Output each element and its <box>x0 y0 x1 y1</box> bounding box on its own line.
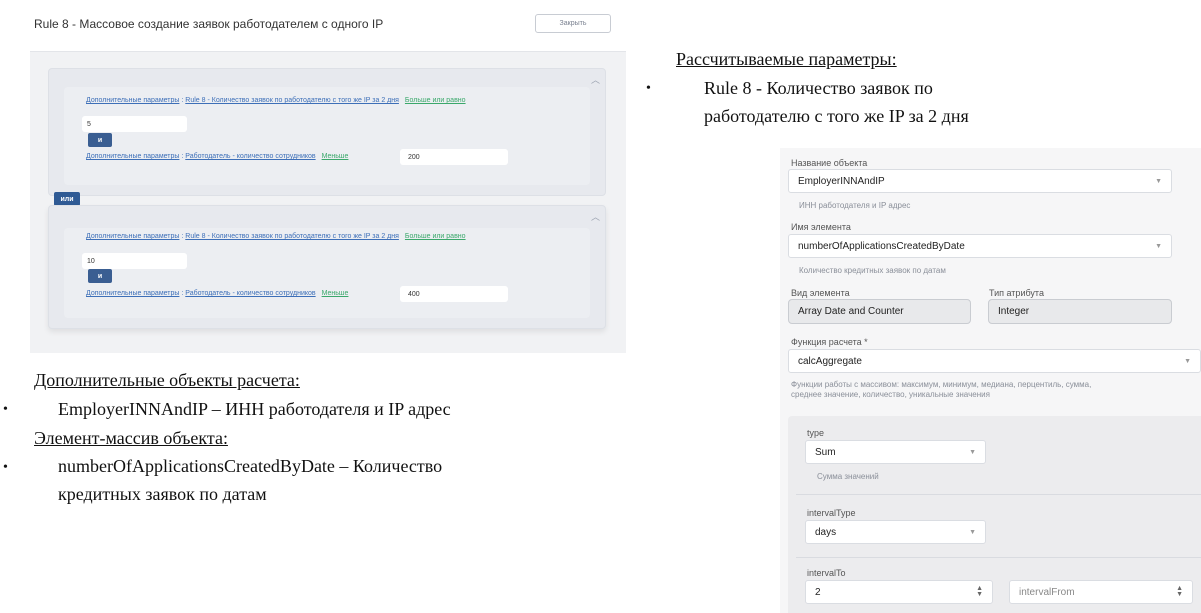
chevron-up-icon[interactable]: ︿ <box>591 73 600 86</box>
param-category-link[interactable]: Дополнительные параметры <box>86 97 179 104</box>
element-kind-field: Array Date and Counter <box>788 299 971 324</box>
calc-params-item-line2: работодателю с того же IP за 2 дня <box>704 106 969 126</box>
stepper-arrows-icon[interactable]: ▲ ▼ <box>976 585 983 598</box>
interval-from-placeholder: intervalFrom <box>1019 586 1075 598</box>
type-hint: Сумма значений <box>817 472 879 481</box>
calc-function-label: Функция расчета * <box>791 337 868 347</box>
interval-type-select[interactable]: days ▼ <box>805 520 986 544</box>
condition-row: Дополнительные параметры : Работодатель … <box>86 153 348 160</box>
type-value: Sum <box>815 446 836 458</box>
condition-block: Дополнительные параметры : Rule 8 - Коли… <box>64 228 590 318</box>
param-category-link[interactable]: Дополнительные параметры <box>86 290 179 297</box>
operator-link[interactable]: Меньше <box>322 290 349 297</box>
object-name-value: EmployerINNAndIP <box>798 175 885 187</box>
chevron-down-icon: ▼ <box>969 529 976 536</box>
type-label: type <box>807 428 825 438</box>
condition-row: Дополнительные параметры : Rule 8 - Коли… <box>86 233 466 240</box>
condition-row: Дополнительные параметры : Работодатель … <box>86 290 348 297</box>
attr-type-label: Тип атрибута <box>989 288 1044 298</box>
param-name-link[interactable]: Работодатель - количество сотрудников <box>185 153 315 160</box>
bullet-icon: • <box>3 460 8 475</box>
operator-link[interactable]: Больше или равно <box>405 97 466 104</box>
param-name-link[interactable]: Работодатель - количество сотрудников <box>185 290 315 297</box>
rule-header: Rule 8 - Массовое создание заявок работо… <box>30 5 626 52</box>
calc-params-heading: Рассчитываемые параметры: <box>676 49 897 69</box>
element-name-hint: Количество кредитных заявок по датам <box>799 266 946 275</box>
bullet-icon: • <box>646 81 651 96</box>
chevron-down-icon: ▼ <box>1155 243 1162 250</box>
array-element-item-line2: кредитных заявок по датам <box>58 484 267 504</box>
value-input[interactable]: 200 <box>400 149 508 165</box>
value-input[interactable]: 10 <box>82 253 187 269</box>
value-input[interactable]: 400 <box>400 286 508 302</box>
condition-group-2: ︿ Дополнительные параметры : Rule 8 - Ко… <box>48 205 606 329</box>
condition-group-1: ︿ Дополнительные параметры : Rule 8 - Ко… <box>48 68 606 196</box>
function-params-block: type Sum ▼ Сумма значений intervalType d… <box>788 416 1201 613</box>
rule-title: Rule 8 - Массовое создание заявок работо… <box>34 17 384 31</box>
param-name-link[interactable]: Rule 8 - Количество заявок по работодате… <box>185 97 399 104</box>
param-category-link[interactable]: Дополнительные параметры <box>86 153 179 160</box>
object-name-select[interactable]: EmployerINNAndIP ▼ <box>788 169 1172 193</box>
calc-function-hint-line2: среднее значение, количество, уникальные… <box>791 390 990 399</box>
interval-type-value: days <box>815 526 837 538</box>
element-name-select[interactable]: numberOfApplicationsCreatedByDate ▼ <box>788 234 1172 258</box>
object-name-hint: ИНН работодателя и IP адрес <box>799 201 911 210</box>
or-badge[interactable]: или <box>54 192 80 206</box>
interval-to-stepper[interactable]: 2 ▲ ▼ <box>805 580 993 604</box>
stepper-arrows-icon[interactable]: ▲ ▼ <box>1176 585 1183 598</box>
calc-function-hint-line1: Функции работы с массивом: максимум, мин… <box>791 380 1092 389</box>
element-name-value: numberOfApplicationsCreatedByDate <box>798 240 965 252</box>
additional-objects-item: EmployerINNAndIP – ИНН работодателя и IP… <box>58 399 451 419</box>
operator-link[interactable]: Меньше <box>322 153 349 160</box>
array-element-item-line1: numberOfApplicationsCreatedByDate – Коли… <box>58 456 443 476</box>
rule-builder-panel: Rule 8 - Массовое создание заявок работо… <box>30 5 626 353</box>
calc-params-item-line1: Rule 8 - Количество заявок по <box>704 78 933 98</box>
interval-from-stepper[interactable]: intervalFrom ▲ ▼ <box>1009 580 1193 604</box>
interval-type-label: intervalType <box>807 508 856 518</box>
close-button[interactable]: Закрыть <box>535 14 611 33</box>
attr-type-field: Integer <box>988 299 1172 324</box>
condition-row: Дополнительные параметры : Rule 8 - Коли… <box>86 97 466 104</box>
param-category-link[interactable]: Дополнительные параметры <box>86 233 179 240</box>
bullet-icon: • <box>3 402 8 417</box>
and-badge[interactable]: и <box>88 133 112 147</box>
chevron-down-icon: ▼ <box>1155 178 1162 185</box>
chevron-down-icon: ▼ <box>1184 358 1191 365</box>
divider <box>796 557 1201 558</box>
object-form-panel: Название объекта EmployerINNAndIP ▼ ИНН … <box>780 148 1201 613</box>
divider <box>796 494 1201 495</box>
calc-function-value: calcAggregate <box>798 355 862 367</box>
interval-to-value: 2 <box>815 586 821 598</box>
calc-function-select[interactable]: calcAggregate ▼ <box>788 349 1201 373</box>
object-name-label: Название объекта <box>791 158 868 168</box>
element-name-label: Имя элемента <box>791 222 851 232</box>
interval-to-label: intervalTo <box>807 568 846 578</box>
chevron-down-icon: ▼ <box>969 449 976 456</box>
type-select[interactable]: Sum ▼ <box>805 440 986 464</box>
condition-block: Дополнительные параметры : Rule 8 - Коли… <box>64 87 590 185</box>
value-input[interactable]: 5 <box>82 116 187 132</box>
chevron-up-icon[interactable]: ︿ <box>591 210 600 223</box>
additional-objects-heading: Дополнительные объекты расчета: <box>34 370 300 390</box>
and-badge[interactable]: и <box>88 269 112 283</box>
array-element-heading: Элемент-массив объекта: <box>34 428 228 448</box>
operator-link[interactable]: Больше или равно <box>405 233 466 240</box>
param-name-link[interactable]: Rule 8 - Количество заявок по работодате… <box>185 233 399 240</box>
element-kind-label: Вид элемента <box>791 288 850 298</box>
